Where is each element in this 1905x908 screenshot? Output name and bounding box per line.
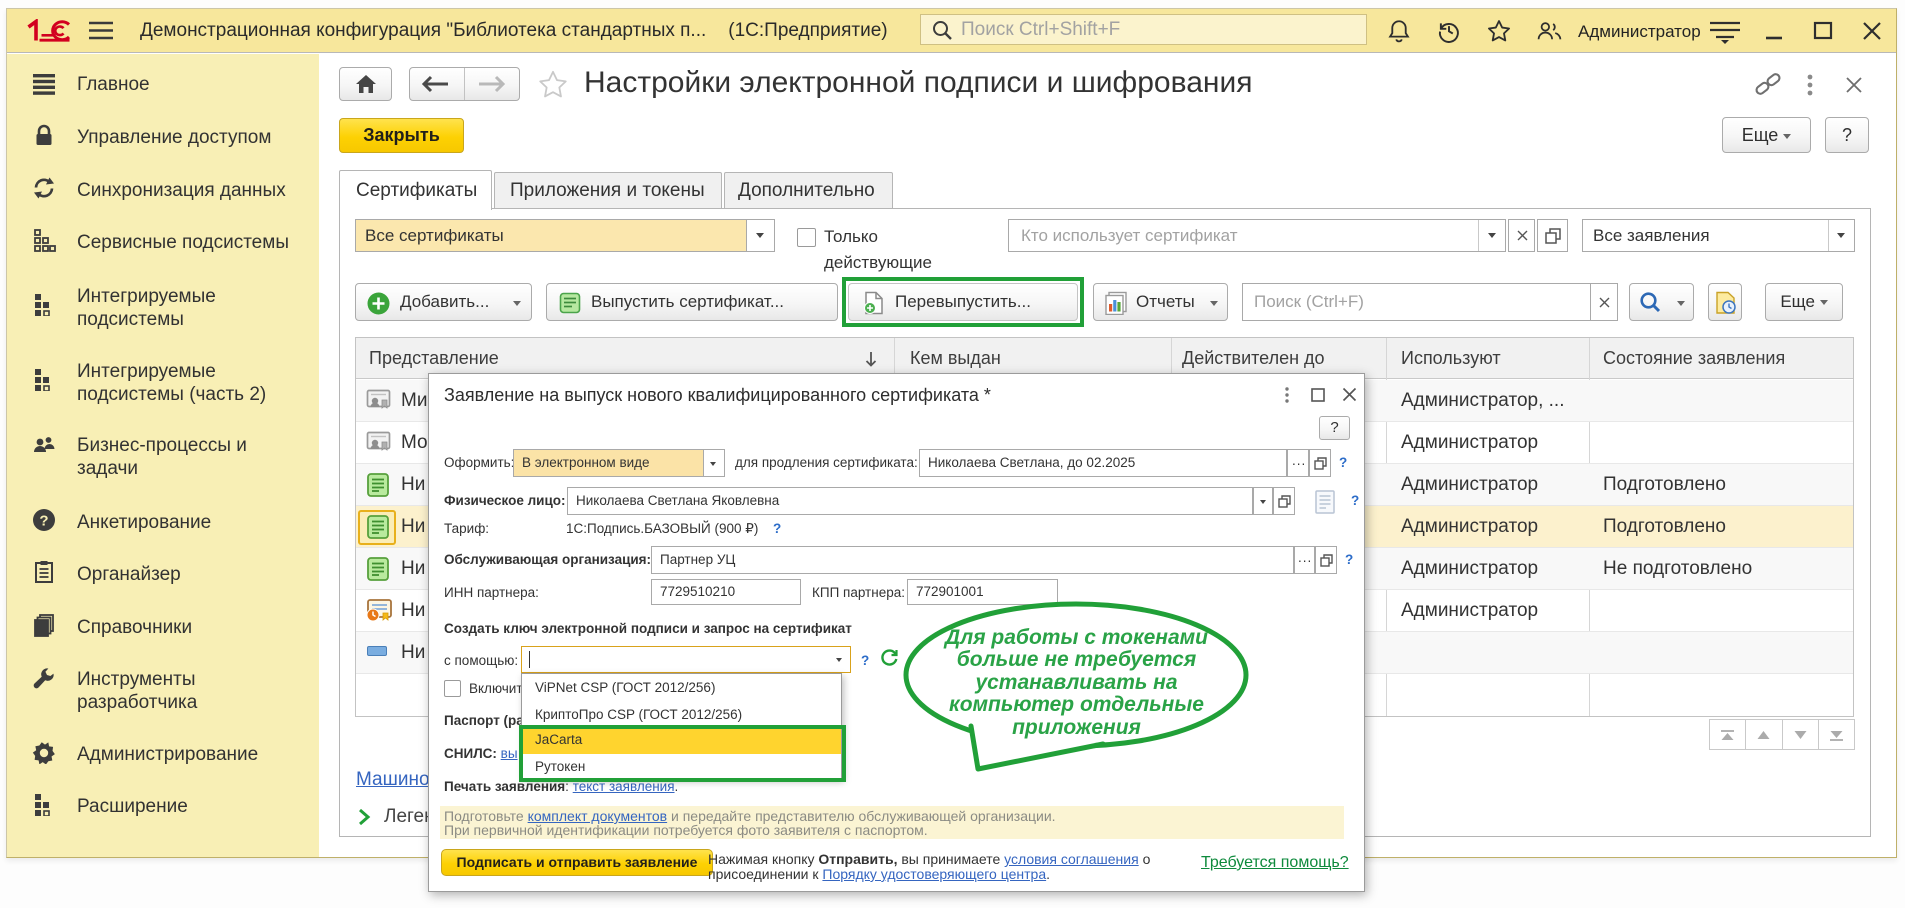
svg-text:?: ? — [39, 513, 48, 530]
